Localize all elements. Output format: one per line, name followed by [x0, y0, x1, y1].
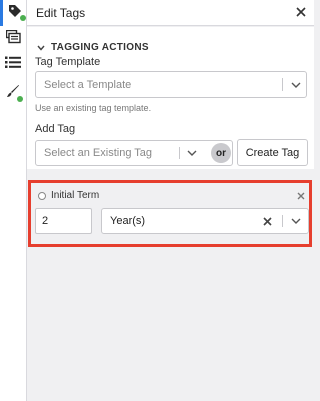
tag-template-placeholder: Select a Template [44, 78, 132, 91]
section-title: TAGGING ACTIONS [51, 41, 149, 53]
existing-tag-placeholder: Select an Existing Tag [44, 147, 153, 159]
term-unit-value: Year(s) [110, 215, 146, 227]
rail-style-button[interactable] [0, 80, 26, 106]
clear-icon[interactable] [259, 213, 275, 229]
tag-icon [8, 4, 22, 23]
chevron-down-icon[interactable] [184, 145, 200, 161]
remove-tag-icon[interactable] [295, 190, 307, 202]
rail-tags-button[interactable] [0, 0, 26, 26]
chevron-down-icon[interactable] [288, 77, 304, 93]
list-icon [5, 56, 21, 74]
close-icon[interactable] [292, 3, 310, 21]
add-tag-label: Add Tag [35, 123, 76, 135]
rail-layers-button[interactable] [0, 26, 26, 52]
create-tag-button[interactable]: Create Tag [237, 139, 308, 166]
select-divider [179, 147, 180, 159]
select-divider [282, 78, 283, 91]
tag-item-label: Initial Term [51, 190, 100, 201]
panel-title: Edit Tags [36, 6, 86, 20]
rail-list-button[interactable] [0, 52, 26, 78]
select-divider [282, 215, 283, 227]
term-unit-select[interactable]: Year(s) [101, 208, 309, 234]
tag-template-helper: Use an existing tag template. [35, 103, 152, 113]
layers-icon [5, 29, 21, 49]
panel-header: Edit Tags [27, 0, 314, 26]
status-badge [17, 96, 23, 102]
section-toggle[interactable]: TAGGING ACTIONS [37, 38, 149, 56]
side-rail [0, 0, 27, 401]
chevron-down-icon [37, 38, 45, 56]
tag-item-initial-term: Initial Term 2 Year(s) [31, 183, 309, 244]
tag-template-label: Tag Template [35, 56, 101, 68]
or-badge: or [211, 143, 231, 163]
status-badge [20, 15, 26, 21]
tag-template-select[interactable]: Select a Template [35, 71, 307, 98]
radio-button[interactable] [38, 192, 46, 200]
edit-tags-panel: Edit Tags TAGGING ACTIONS Tag Template S… [27, 0, 314, 401]
tagging-actions-section: TAGGING ACTIONS Tag Template Select a Te… [27, 27, 314, 169]
existing-tag-select[interactable]: Select an Existing Tag [35, 140, 233, 166]
chevron-down-icon[interactable] [288, 213, 304, 229]
term-value-input[interactable]: 2 [35, 208, 92, 234]
